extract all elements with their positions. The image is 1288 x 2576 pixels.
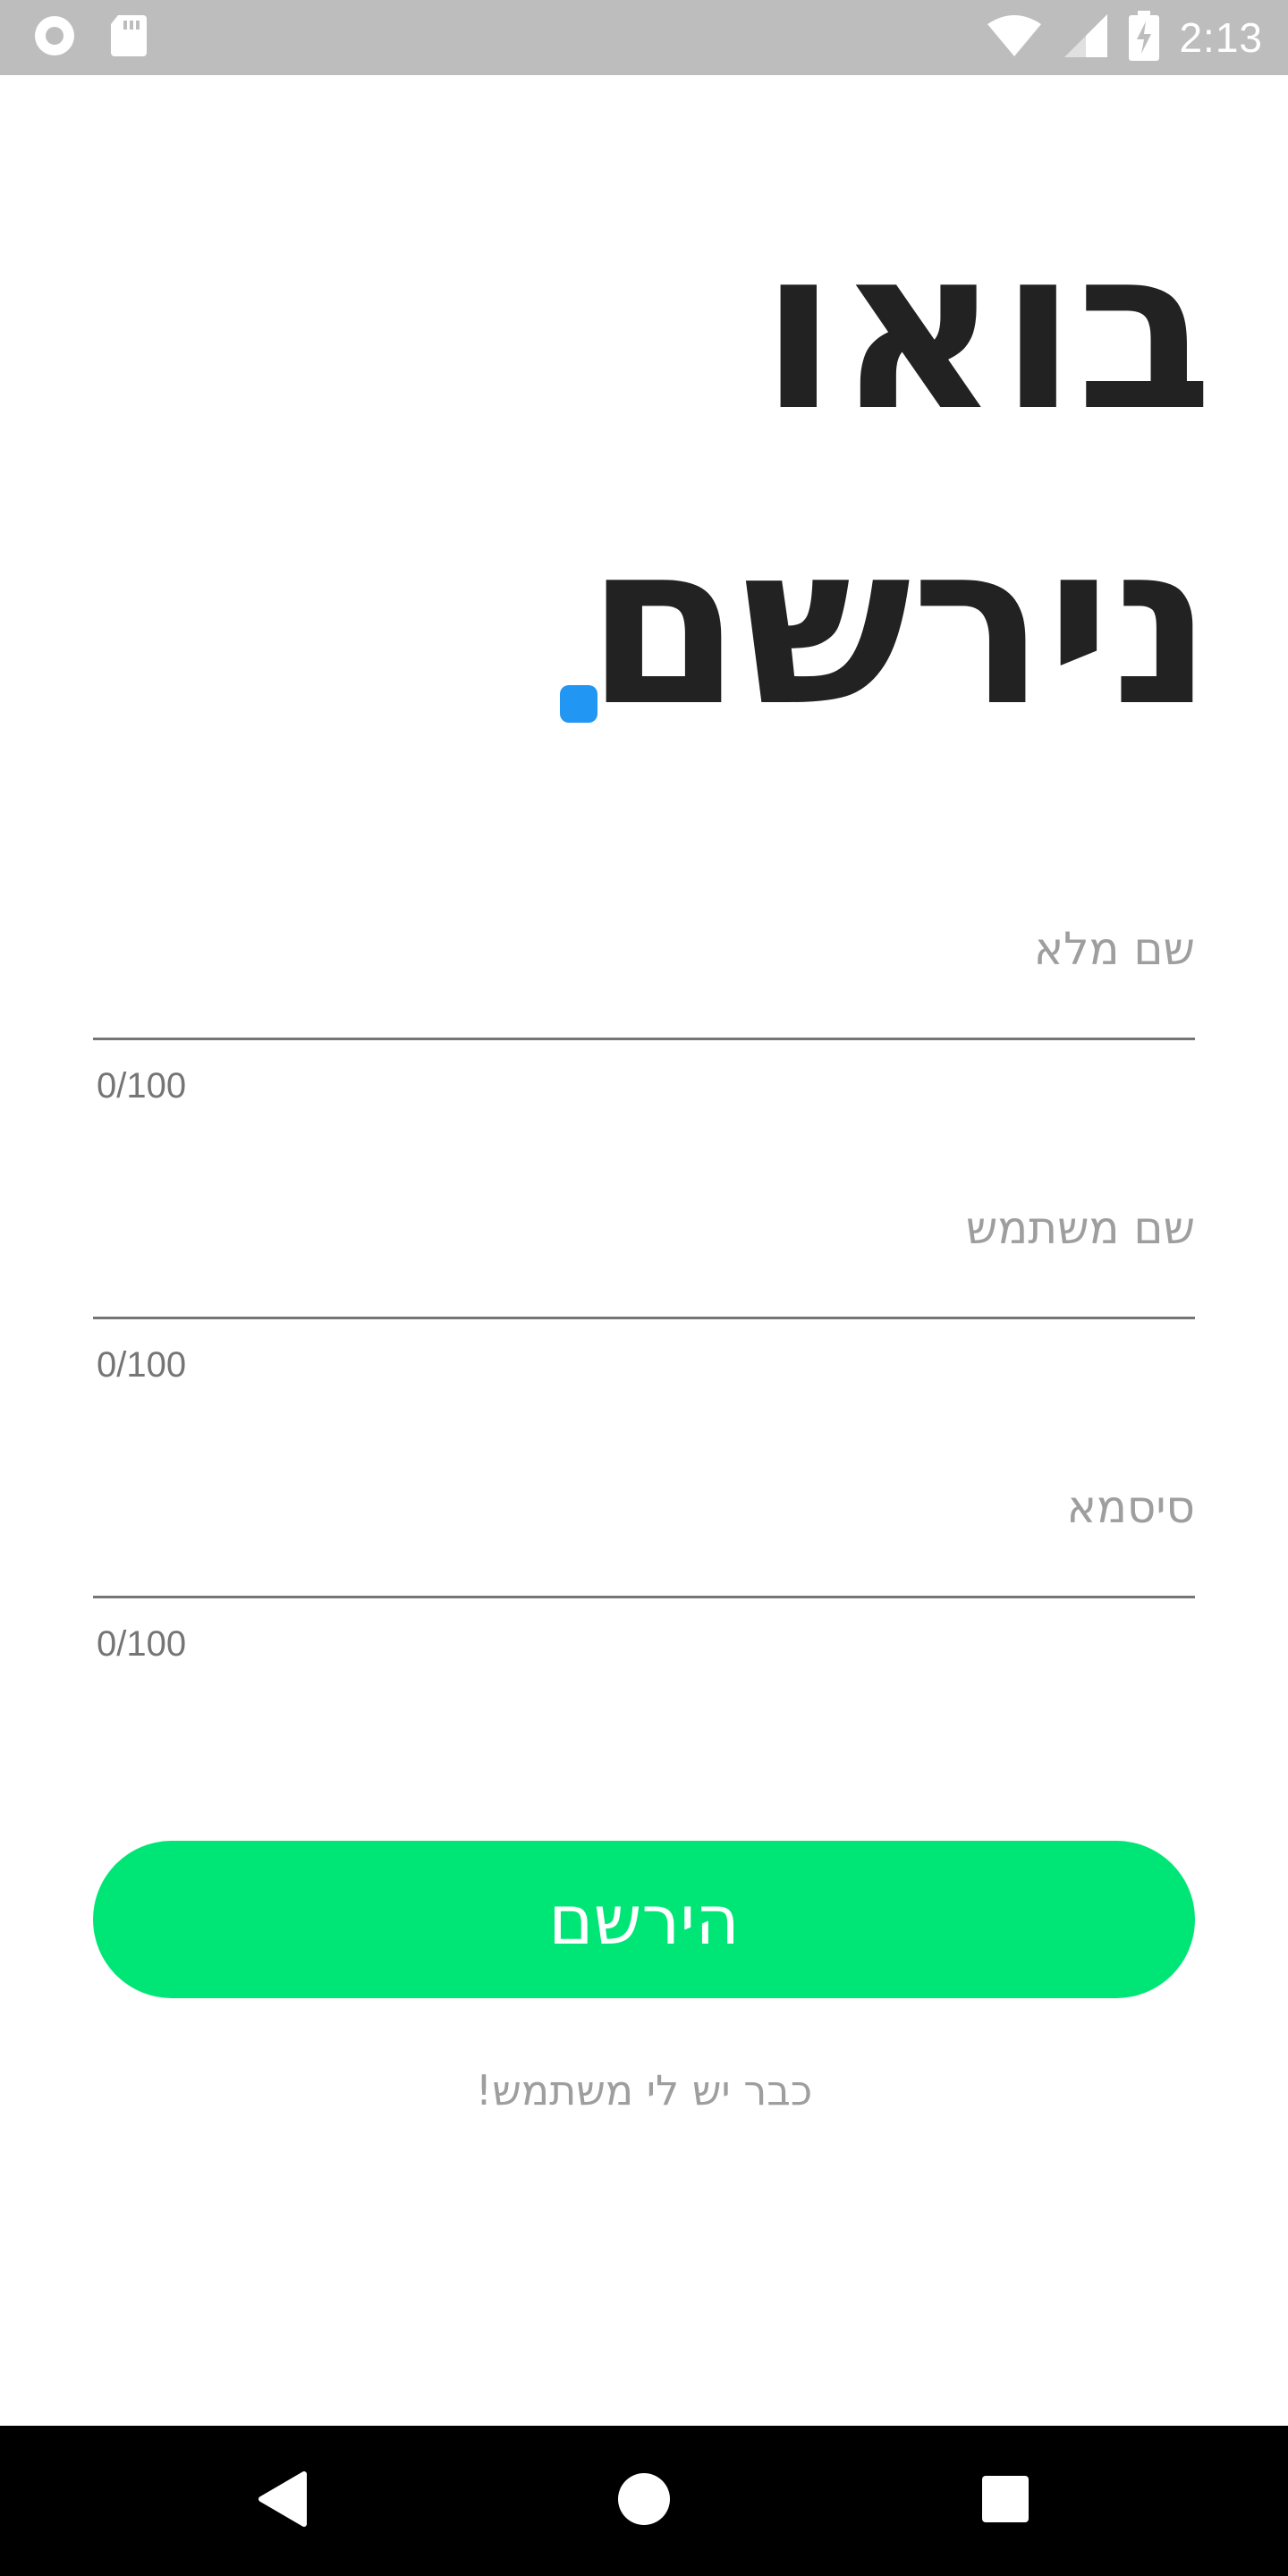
back-icon [256, 2470, 309, 2531]
wifi-icon [986, 13, 1043, 62]
username-label: שם משתמש [965, 1202, 1195, 1254]
page-title-line-2: נירשם [585, 495, 1213, 755]
username-underline [93, 1317, 1195, 1319]
status-bar-left [32, 13, 148, 63]
navigation-bar [0, 2426, 1288, 2576]
signal-icon [1063, 13, 1109, 63]
battery-charging-icon [1129, 11, 1160, 64]
register-button[interactable]: הירשם [93, 1841, 1195, 1998]
status-bar-right: 2:13 [986, 11, 1263, 64]
back-button[interactable] [193, 2426, 372, 2576]
record-icon [32, 13, 77, 62]
full-name-counter: 0/100 [97, 1066, 187, 1106]
home-button[interactable] [555, 2426, 733, 2576]
page-title-line-1: בואו [759, 199, 1213, 460]
password-counter: 0/100 [97, 1624, 187, 1664]
full-name-label: שם מלא [1033, 923, 1195, 975]
username-input[interactable] [93, 1263, 1199, 1318]
login-link[interactable]: כבר יש לי משתמש! [0, 2066, 1288, 2114]
home-icon [617, 2472, 671, 2529]
title-accent-dot [560, 685, 597, 723]
status-bar: 2:13 [0, 0, 1288, 75]
password-label: סיסמא [1066, 1481, 1195, 1533]
recents-button[interactable] [916, 2426, 1095, 2576]
full-name-underline [93, 1038, 1195, 1040]
username-counter: 0/100 [97, 1345, 187, 1385]
sd-card-icon [109, 13, 148, 62]
full-name-input[interactable] [93, 984, 1199, 1039]
password-input[interactable] [93, 1542, 1199, 1597]
password-underline [93, 1596, 1195, 1598]
status-time: 2:13 [1179, 14, 1263, 61]
recents-icon [981, 2475, 1030, 2527]
